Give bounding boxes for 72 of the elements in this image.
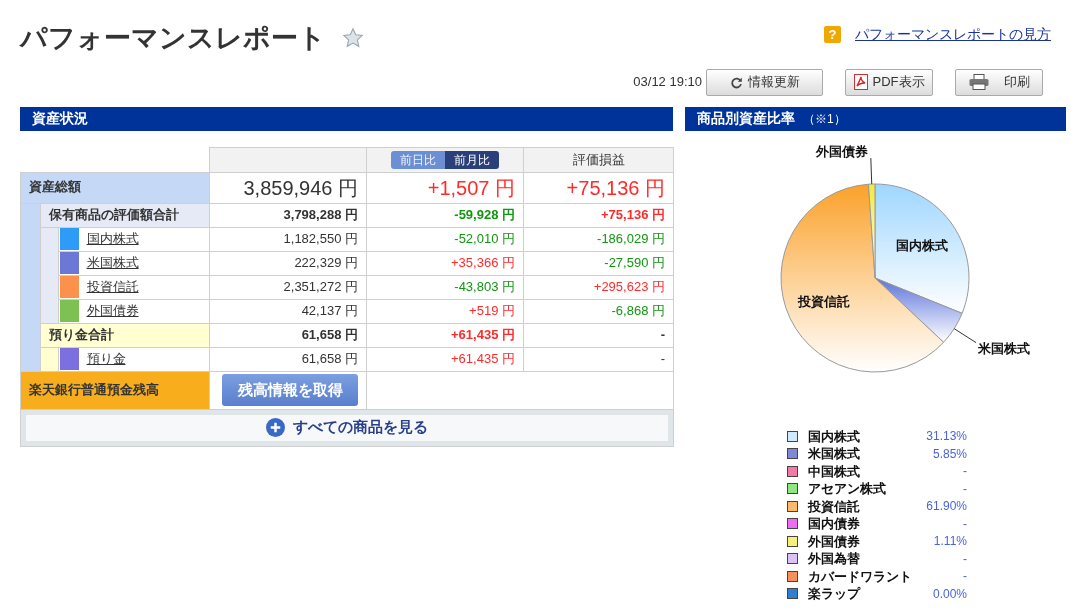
slice-label: 国内株式 bbox=[895, 238, 948, 253]
total-label: 資産総額 bbox=[20, 172, 210, 203]
bank-balance-label: 楽天銀行普通預金残高 bbox=[20, 371, 210, 409]
pdf-icon bbox=[853, 74, 868, 90]
note-mark: （※1） bbox=[803, 110, 846, 128]
profit-loss-cell: - bbox=[523, 323, 674, 347]
legend-label: 国内株式 bbox=[808, 427, 860, 446]
legend-label: 米国株式 bbox=[808, 445, 860, 463]
value-cell: 3,859,946 円 bbox=[209, 172, 367, 203]
legend-value: - bbox=[963, 515, 967, 533]
legend-value: - bbox=[963, 463, 967, 481]
slice-label: 外国債券 bbox=[815, 143, 868, 159]
pdf-button[interactable]: PDF表示 bbox=[845, 68, 933, 96]
help-icon: ? bbox=[824, 26, 841, 43]
legend-label: アセアン株式 bbox=[808, 480, 886, 498]
value-cell: 3,798,288 円 bbox=[209, 203, 367, 227]
group-label: 預り金合計 bbox=[40, 323, 210, 347]
change-cell: +1,507 円 bbox=[366, 172, 524, 203]
page-title: パフォーマンスレポート bbox=[20, 22, 326, 55]
star-icon[interactable] bbox=[342, 27, 364, 50]
refresh-button[interactable]: 情報更新 bbox=[706, 68, 823, 96]
profit-loss-cell: -186,029 円 bbox=[523, 227, 674, 251]
slice-label: 投資信託 bbox=[798, 293, 851, 309]
change-cell: -52,010 円 bbox=[366, 227, 524, 251]
comparison-tab[interactable]: 前月比 bbox=[445, 150, 499, 169]
profit-loss-cell: -6,868 円 bbox=[523, 299, 674, 323]
legend-value: - bbox=[963, 480, 967, 498]
legend-value: 0.00% bbox=[932, 585, 967, 603]
legend-value: 61.90% bbox=[926, 498, 967, 516]
value-cell: 61,658 円 bbox=[209, 323, 367, 347]
legend-value: - bbox=[963, 568, 967, 586]
profit-loss-cell: +295,623 円 bbox=[523, 275, 674, 299]
legend-value: - bbox=[963, 550, 967, 568]
group-label: 保有商品の評価額合計 bbox=[40, 203, 210, 227]
change-cell: +519 円 bbox=[366, 299, 524, 323]
legend-value: 1.11% bbox=[933, 533, 967, 551]
view-all-button[interactable]: すべての商品を見る bbox=[25, 413, 669, 442]
profit-loss-cell: +75,136 円 bbox=[523, 172, 674, 203]
plus-icon bbox=[266, 418, 285, 437]
profit-loss-cell: -27,590 円 bbox=[523, 251, 674, 275]
change-cell: +61,435 円 bbox=[366, 347, 524, 371]
value-cell: 61,658 円 bbox=[209, 347, 367, 371]
legend-label: 国内債券 bbox=[808, 515, 860, 533]
leader-line bbox=[953, 327, 977, 343]
value-cell: 42,137 円 bbox=[209, 299, 367, 323]
profit-loss-cell: +75,136 円 bbox=[523, 203, 674, 227]
legend-label: 外国為替 bbox=[808, 550, 860, 568]
leader-line bbox=[870, 157, 873, 185]
print-button[interactable]: 印刷 bbox=[955, 68, 1043, 96]
legend-label: 楽ラップ bbox=[808, 585, 860, 603]
legend-label: 投資信託 bbox=[808, 497, 860, 516]
change-cell: -43,803 円 bbox=[366, 275, 524, 299]
legend-label: 外国債券 bbox=[808, 532, 860, 551]
legend-label: 中国株式 bbox=[808, 462, 860, 481]
column-header: 評価損益 bbox=[523, 147, 674, 172]
printer-icon bbox=[968, 74, 989, 90]
value-cell: 2,351,272 円 bbox=[209, 275, 367, 299]
section-title: 資産状況 bbox=[32, 109, 88, 128]
change-cell: +35,366 円 bbox=[366, 251, 524, 275]
timestamp: 03/12 19:10 bbox=[633, 73, 702, 92]
section-title: 商品別資産比率 bbox=[697, 109, 795, 128]
legend-value: 5.85% bbox=[932, 445, 967, 463]
help-link[interactable]: パフォーマンスレポートの見方 bbox=[855, 24, 1051, 45]
profit-loss-cell: - bbox=[523, 347, 674, 371]
value-cell: 1,182,550 円 bbox=[209, 227, 367, 251]
legend-value: 31.13% bbox=[926, 428, 967, 446]
change-cell: +61,435 円 bbox=[366, 323, 524, 347]
value-cell: 222,329 円 bbox=[209, 251, 367, 275]
slice-label: 米国株式 bbox=[978, 340, 1031, 356]
change-cell: -59,928 円 bbox=[366, 203, 524, 227]
refresh-icon bbox=[729, 75, 743, 89]
legend-label: カバードワラント bbox=[808, 567, 912, 586]
